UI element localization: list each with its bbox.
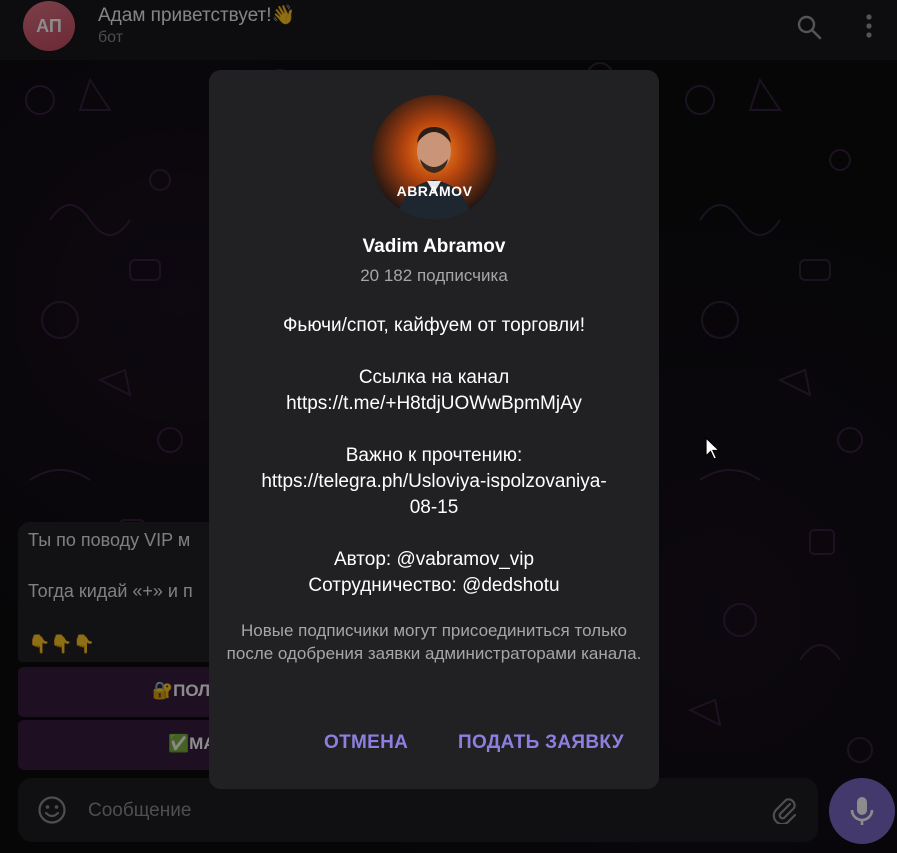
channel-description: Фьючи/спот, кайфуем от торговли! Ссылка … <box>209 313 659 599</box>
telegraph-link[interactable]: https://telegra.ph/Usloviya-ispolzovaniy… <box>209 469 659 495</box>
channel-name: Vadim Abramov <box>362 236 506 257</box>
partner-mention[interactable]: Сотрудничество: @dedshotu <box>209 573 659 599</box>
description-line: Важно к прочтению: <box>345 445 523 466</box>
author-mention[interactable]: Автор: @vabramov_vip <box>209 547 659 573</box>
channel-avatar <box>372 95 497 220</box>
join-channel-dialog: ABRAMOV Vadim Abramov 20 182 подписчика … <box>209 70 659 789</box>
mouse-cursor-icon <box>705 437 721 460</box>
approval-note: Новые подписчики могут присоединиться то… <box>226 621 642 663</box>
channel-avatar-text: ABRAMOV <box>396 183 473 199</box>
description-line: Фьючи/спот, кайфуем от торговли! <box>282 315 586 336</box>
telegraph-link-cont[interactable]: 08-15 <box>209 495 659 521</box>
description-line <box>209 417 659 443</box>
description-line: Ссылка на канал <box>358 367 510 388</box>
cancel-button[interactable]: ОТМЕНА <box>324 732 408 754</box>
request-join-button[interactable]: ПОДАТЬ ЗАЯВКУ <box>458 732 624 754</box>
subscriber-count: 20 182 подписчика <box>360 266 508 285</box>
description-line <box>209 521 659 547</box>
description-line <box>209 339 659 365</box>
channel-photo <box>372 95 497 220</box>
channel-link[interactable]: https://t.me/+H8tdjUOWwBpmMjAy <box>209 391 659 417</box>
